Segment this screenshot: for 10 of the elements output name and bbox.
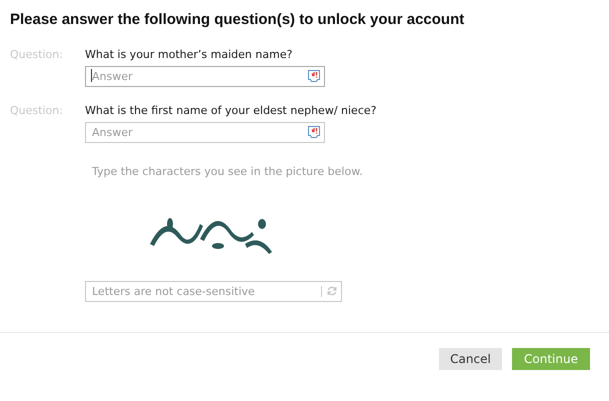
answer-field[interactable]: Answer [85,66,325,87]
keyboard-icon[interactable] [307,69,321,83]
question-text: What is the first name of your eldest nephew/ niece? [85,104,376,118]
page-title: Please answer the following question(s) to unlock your account [9,10,466,28]
answer-field[interactable]: Answer [85,122,325,143]
captcha-field[interactable]: Letters are not case-sensitive [85,281,342,302]
cancel-button[interactable]: Cancel [439,348,502,370]
keyboard-icon[interactable] [307,125,321,139]
instruction-text: Type the characters you see in the picture below. [91,165,364,178]
question-text: What is your mother’s maiden name? [85,48,294,62]
